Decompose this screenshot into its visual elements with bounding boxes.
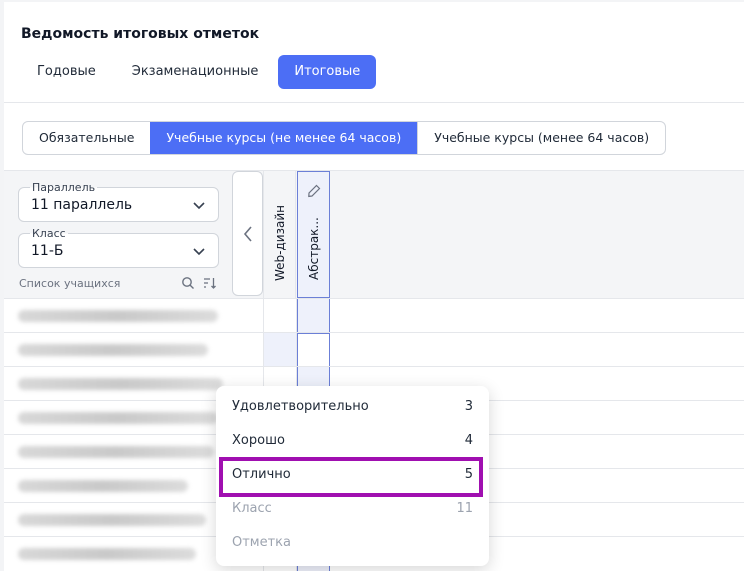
tab-exam[interactable]: Экзаменационные bbox=[116, 55, 275, 89]
search-icon[interactable] bbox=[181, 276, 195, 290]
chevron-left-icon bbox=[243, 226, 252, 242]
class-label: Класс bbox=[30, 227, 68, 240]
parallel-select[interactable]: Параллель 11 параллель bbox=[18, 181, 219, 222]
chevron-down-icon bbox=[193, 202, 205, 210]
option-value: 5 bbox=[464, 467, 473, 482]
scroll-left-button[interactable] bbox=[232, 171, 263, 296]
student-name-blurred bbox=[18, 514, 206, 526]
option-value: 3 bbox=[464, 399, 473, 414]
tab-annual[interactable]: Годовые bbox=[21, 55, 112, 89]
grade-cell[interactable] bbox=[297, 299, 330, 333]
students-list-label: Список учащихся bbox=[19, 277, 121, 290]
option-label: Класс bbox=[232, 501, 272, 516]
grade-cell[interactable] bbox=[263, 299, 297, 333]
option-label: Отметка bbox=[232, 535, 292, 550]
page-title: Ведомость итоговых отметок bbox=[21, 26, 260, 42]
divider bbox=[4, 102, 744, 103]
table-row bbox=[4, 298, 744, 333]
grade-dropdown: Удовлетворительно 3 Хорошо 4 Отлично 5 К… bbox=[216, 386, 489, 566]
column-header-label: Абстрак... bbox=[306, 217, 321, 280]
option-label: Удовлетворительно bbox=[232, 399, 369, 414]
student-name-blurred bbox=[18, 548, 196, 560]
column-header-label: Web-дизайн bbox=[272, 205, 287, 281]
class-value: 11-Б bbox=[31, 243, 64, 259]
tab-final[interactable]: Итоговые bbox=[278, 55, 377, 89]
class-select[interactable]: Класс 11-Б bbox=[18, 227, 219, 268]
student-name-blurred bbox=[18, 378, 223, 390]
page: Ведомость итоговых отметок Годовые Экзам… bbox=[4, 2, 744, 571]
tab-mandatory[interactable]: Обязательные bbox=[23, 122, 150, 154]
student-name-blurred bbox=[18, 480, 188, 492]
option-label: Хорошо bbox=[232, 433, 285, 448]
table-row bbox=[4, 332, 744, 367]
mark-type-tabs: Годовые Экзаменационные Итоговые bbox=[21, 55, 380, 89]
option-value: 11 bbox=[456, 501, 473, 516]
parallel-label: Параллель bbox=[30, 181, 98, 194]
chevron-down-icon bbox=[193, 248, 205, 256]
grade-cell[interactable] bbox=[263, 333, 297, 367]
student-name-blurred bbox=[18, 412, 218, 424]
student-name-blurred bbox=[18, 446, 214, 458]
grade-cell-active[interactable] bbox=[297, 333, 330, 367]
option-mark: Отметка bbox=[216, 526, 489, 560]
column-header-abstract[interactable]: Абстрак... bbox=[297, 171, 330, 298]
tab-courses-under-64[interactable]: Учебные курсы (менее 64 часов) bbox=[417, 122, 665, 154]
student-name-blurred bbox=[18, 344, 208, 356]
option-good[interactable]: Хорошо 4 bbox=[216, 424, 489, 458]
option-label: Отлично bbox=[232, 467, 291, 482]
pencil-icon[interactable] bbox=[307, 184, 321, 198]
option-value: 4 bbox=[464, 433, 473, 448]
option-class: Класс 11 bbox=[216, 492, 489, 526]
column-header-web-design[interactable]: Web-дизайн bbox=[263, 171, 296, 298]
filters-panel: Параллель 11 параллель Класс 11-Б Список… bbox=[4, 171, 231, 298]
sort-icon[interactable] bbox=[203, 276, 217, 290]
course-type-tabs: Обязательные Учебные курсы (не менее 64 … bbox=[22, 121, 667, 155]
option-satisfactory[interactable]: Удовлетворительно 3 bbox=[216, 390, 489, 424]
tab-courses-64-plus[interactable]: Учебные курсы (не менее 64 часов) bbox=[150, 122, 418, 154]
student-name-blurred bbox=[18, 310, 218, 322]
option-excellent[interactable]: Отлично 5 bbox=[216, 458, 489, 492]
parallel-value: 11 параллель bbox=[31, 197, 133, 213]
